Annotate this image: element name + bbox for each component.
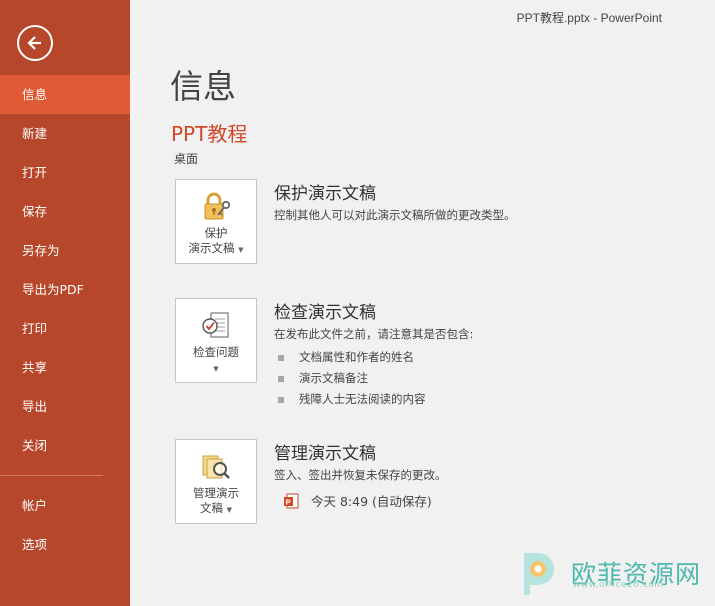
inspect-bullet-list: 文档属性和作者的姓名 演示文稿备注 残障人士无法阅读的内容 [278,347,426,410]
protect-presentation-button[interactable]: 保护 演示文稿 ▼ [175,179,257,264]
dropdown-caret-icon: ▼ [226,506,233,514]
lock-key-icon [204,192,231,220]
sidebar-item-new[interactable]: 新建 [0,114,130,153]
watermark-subtext: www.office26.com [573,580,664,590]
document-location: 桌面 [174,152,199,166]
autosave-version-link[interactable]: P 今天 8:49 (自动保存) [283,491,432,510]
sidebar-item-open[interactable]: 打开 [0,153,130,192]
check-issues-tile-label: 检查问题 ▼ [193,345,239,377]
sidebar-divider [0,475,103,476]
powerpoint-file-icon: P [284,493,299,508]
list-item-text: 文档属性和作者的姓名 [299,350,414,364]
check-issues-button[interactable]: 检查问题 ▼ [175,298,257,383]
sidebar-item-share[interactable]: 共享 [0,348,130,387]
bullet-icon [278,354,284,361]
sidebar-item-export[interactable]: 导出 [0,387,130,426]
manage-section: 管理演示 文稿 ▼ 管理演示文稿 签入、签出并恢复未保存的更改。 P 今天 8:… [175,439,695,529]
watermark-logo-icon [524,553,554,595]
sidebar-item-save-as[interactable]: 另存为 [0,231,130,270]
sidebar-nav-bottom: 帐户 选项 [0,486,130,564]
protect-description: 控制其他人可以对此演示文稿所做的更改类型。 [274,208,516,222]
dropdown-caret-icon: ▼ [238,246,244,254]
svg-text:P: P [286,497,291,506]
manage-description: 签入、签出并恢复未保存的更改。 [274,468,447,482]
watermark: 欧菲资源网 [510,545,701,600]
sidebar-item-print[interactable]: 打印 [0,309,130,348]
protect-title: 保护演示文稿 [274,184,376,204]
inspect-description: 在发布此文件之前，请注意其是否包含: [274,327,474,341]
dropdown-caret-icon: ▼ [213,365,219,373]
backstage-sidebar: 信息 新建 打开 保存 另存为 导出为PDF 打印 共享 导出 关闭 帐户 选项 [0,0,130,606]
list-item-text: 演示文稿备注 [299,371,368,385]
list-item: 演示文稿备注 [278,368,426,389]
sidebar-item-options[interactable]: 选项 [0,525,130,564]
manage-presentation-button[interactable]: 管理演示 文稿 ▼ [175,439,257,524]
sidebar-item-close[interactable]: 关闭 [0,426,130,465]
page-title: 信息 [170,67,236,106]
protect-section: 保护 演示文稿 ▼ 保护演示文稿 控制其他人可以对此演示文稿所做的更改类型。 [175,179,695,269]
check-issues-tile-text: 检查问题 [193,345,239,359]
inspect-title: 检查演示文稿 [274,303,376,323]
document-name: PPT教程 [171,122,248,146]
bullet-icon [278,375,284,382]
sidebar-item-export-pdf[interactable]: 导出为PDF [0,270,130,309]
back-arrow-icon [27,36,41,50]
protect-tile-label: 保护 演示文稿 ▼ [188,226,243,258]
sidebar-nav: 信息 新建 打开 保存 另存为 导出为PDF 打印 共享 导出 关闭 [0,75,130,465]
protect-tile-line1: 保护 [204,226,228,240]
bullet-icon [278,396,284,403]
manage-versions-icon [202,455,230,479]
inspect-section: 检查问题 ▼ 检查演示文稿 在发布此文件之前，请注意其是否包含: 文档属性和作者… [175,298,695,408]
protect-tile-line2: 演示文稿 [188,241,235,255]
list-item: 残障人士无法阅读的内容 [278,389,426,410]
manage-title: 管理演示文稿 [274,444,376,464]
manage-tile-line2: 文稿 [199,501,223,515]
manage-tile-label: 管理演示 文稿 ▼ [193,486,239,518]
autosave-version-label: 今天 8:49 (自动保存) [311,494,432,509]
window-title: PPT教程.pptx - PowerPoint [516,11,662,25]
back-button[interactable] [17,25,53,61]
sidebar-item-info[interactable]: 信息 [0,75,130,114]
sidebar-item-account[interactable]: 帐户 [0,486,130,525]
list-item: 文档属性和作者的姓名 [278,347,426,368]
list-item-text: 残障人士无法阅读的内容 [299,392,426,406]
sidebar-item-save[interactable]: 保存 [0,192,130,231]
manage-tile-line1: 管理演示 [193,486,239,500]
checklist-icon [202,312,229,338]
